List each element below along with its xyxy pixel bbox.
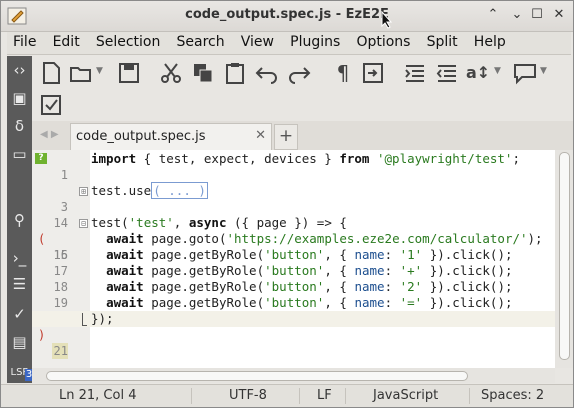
copy-icon[interactable] <box>190 60 216 86</box>
maximize-button[interactable]: ☐ <box>529 7 545 23</box>
code-text: test.use( ... ) <box>91 182 208 199</box>
scroll-up-icon[interactable]: ⌃ <box>485 7 501 23</box>
tab-close-icon[interactable]: ✕ <box>255 128 266 143</box>
checkbox-icon[interactable] <box>38 92 64 118</box>
status-divider <box>345 388 346 404</box>
code-line: 1 import { test, expect, devices } from … <box>32 151 555 182</box>
code-text: import { test, expect, devices } from '@… <box>91 151 520 166</box>
close-button[interactable]: ✕ <box>551 7 567 23</box>
code-line: 18 await page.getByRole('button', { name… <box>32 263 555 294</box>
menu-split[interactable]: Split <box>421 32 464 50</box>
tab-code-output[interactable]: code_output.spec.js ✕ <box>70 123 272 150</box>
folder-icon[interactable]: ▭ <box>7 142 32 166</box>
menu-options[interactable]: Options <box>350 32 416 50</box>
line-number: 1 <box>60 168 68 182</box>
fold-toggle-icon[interactable]: ⊟ <box>79 219 88 228</box>
indent-icon[interactable] <box>402 60 428 86</box>
horizontal-scrollbar[interactable] <box>32 368 555 383</box>
status-language[interactable]: JavaScript <box>373 388 438 403</box>
status-encoding[interactable]: UTF-8 <box>229 388 267 403</box>
title-bar[interactable]: code_output.spec.js - EzE2E ⌃ ⌄ ☐ ✕ <box>1 1 573 32</box>
menu-help[interactable]: Help <box>468 32 512 50</box>
word-wrap-icon[interactable] <box>360 60 386 86</box>
status-divider <box>469 388 470 404</box>
horizontal-scroll-thumb[interactable] <box>46 371 468 381</box>
paste-icon[interactable] <box>222 60 248 86</box>
new-tab-button[interactable]: + <box>274 124 298 150</box>
code-line: 16 await page.goto('https://examples.eze… <box>32 231 555 262</box>
check-icon[interactable]: ✓ <box>7 302 32 326</box>
menu-edit[interactable]: Edit <box>47 32 86 50</box>
unindent-icon[interactable] <box>434 60 460 86</box>
code-line: 17 await page.getByRole('button', { name… <box>32 247 555 278</box>
pilcrow-icon[interactable]: ¶ <box>330 60 356 86</box>
code-text: test('test', async ({ page }) => { <box>91 215 347 230</box>
code-text: await page.getByRole('button', { name: '… <box>106 279 513 294</box>
tab-bar: ◀ ▶ code_output.spec.js ✕ + <box>32 121 573 151</box>
code-text: }); <box>91 311 114 326</box>
code-line: 20 await page.getByRole('button', { name… <box>32 295 555 326</box>
code-line: 3 ⊞ test.use( ... ) <box>32 182 555 214</box>
undo-icon[interactable] <box>254 60 280 86</box>
text-case-icon[interactable]: a↕ <box>466 60 492 86</box>
menu-search[interactable]: Search <box>171 32 231 50</box>
menu-plugins[interactable]: Plugins <box>284 32 346 50</box>
code-line: 14 <box>32 199 555 230</box>
status-divider <box>191 388 192 404</box>
code-text: await page.getByRole('button', { name: '… <box>106 247 513 262</box>
vertical-scrollbar[interactable] <box>555 150 573 368</box>
comment-chevron-icon[interactable]: ▼ <box>540 66 547 76</box>
code-line-current: ) 21 }); <box>32 311 555 359</box>
fold-toggle-icon[interactable]: ⊞ <box>79 187 88 196</box>
menu-bar: File Edit Selection Search View Plugins … <box>7 32 571 55</box>
redo-icon[interactable] <box>286 60 312 86</box>
text-case-chevron-icon[interactable]: ▼ <box>494 66 501 76</box>
cut-icon[interactable] <box>158 60 184 86</box>
tab-nav-arrows-icon[interactable]: ◀ ▶ <box>40 129 59 140</box>
status-line-ending[interactable]: LF <box>317 388 332 403</box>
status-cursor-position[interactable]: Ln 21, Col 4 <box>59 388 136 403</box>
vertical-scroll-thumb[interactable] <box>559 152 570 360</box>
status-bar: Ln 21, Col 4 UTF-8 LF JavaScript Spaces:… <box>1 384 573 407</box>
collapsed-block[interactable]: ( ... ) <box>151 182 208 199</box>
save-icon[interactable] <box>116 60 142 86</box>
search-icon[interactable]: ⚲ <box>7 208 32 232</box>
mouse-cursor-icon <box>381 11 392 29</box>
bracket-match-marker: ) <box>38 328 46 342</box>
code-icon[interactable]: ‹› <box>7 58 32 82</box>
code-line: 19 await page.getByRole('button', { name… <box>32 279 555 310</box>
status-indentation[interactable]: Spaces: 2 <box>481 388 544 403</box>
application-window: code_output.spec.js - EzE2E ⌃ ⌄ ☐ ✕ File… <box>0 0 574 408</box>
new-file-icon[interactable] <box>38 60 64 86</box>
activity-sidebar: ‹› ▣ δ ▭ ⚲ ›_ ☰ ✓ ▤ <box>7 56 32 383</box>
menu-selection[interactable]: Selection <box>90 32 167 50</box>
list-icon[interactable]: ☰ <box>7 272 32 296</box>
console-icon[interactable]: ▤ <box>7 330 32 354</box>
menu-file[interactable]: File <box>7 32 42 50</box>
comment-icon[interactable] <box>512 60 538 86</box>
line-number: 21 <box>52 343 68 359</box>
code-text: await page.getByRole('button', { name: '… <box>106 263 513 278</box>
code-text: await page.getByRole('button', { name: '… <box>106 295 513 310</box>
package-icon[interactable]: ▣ <box>7 86 32 110</box>
minimize-button[interactable]: ⌄ <box>509 7 525 23</box>
code-editor[interactable]: ? 1 import { test, expect, devices } fro… <box>32 150 555 368</box>
code-text: await page.goto('https://examples.eze2e.… <box>106 231 543 246</box>
delta-icon[interactable]: δ <box>7 114 32 138</box>
fold-end-marker <box>82 313 87 326</box>
status-divider <box>299 388 300 404</box>
menu-view[interactable]: View <box>235 32 280 50</box>
toolbar: ▼ ¶ a↕ ▼ ▼ <box>32 56 573 118</box>
open-folder-icon[interactable] <box>68 60 94 86</box>
code-line: ( 15 ⊟ test('test', async ({ page }) => … <box>32 215 555 262</box>
chevron-down-icon[interactable]: ▼ <box>96 66 103 76</box>
terminal-icon[interactable]: ›_ <box>7 246 32 270</box>
tab-label: code_output.spec.js <box>76 129 206 144</box>
